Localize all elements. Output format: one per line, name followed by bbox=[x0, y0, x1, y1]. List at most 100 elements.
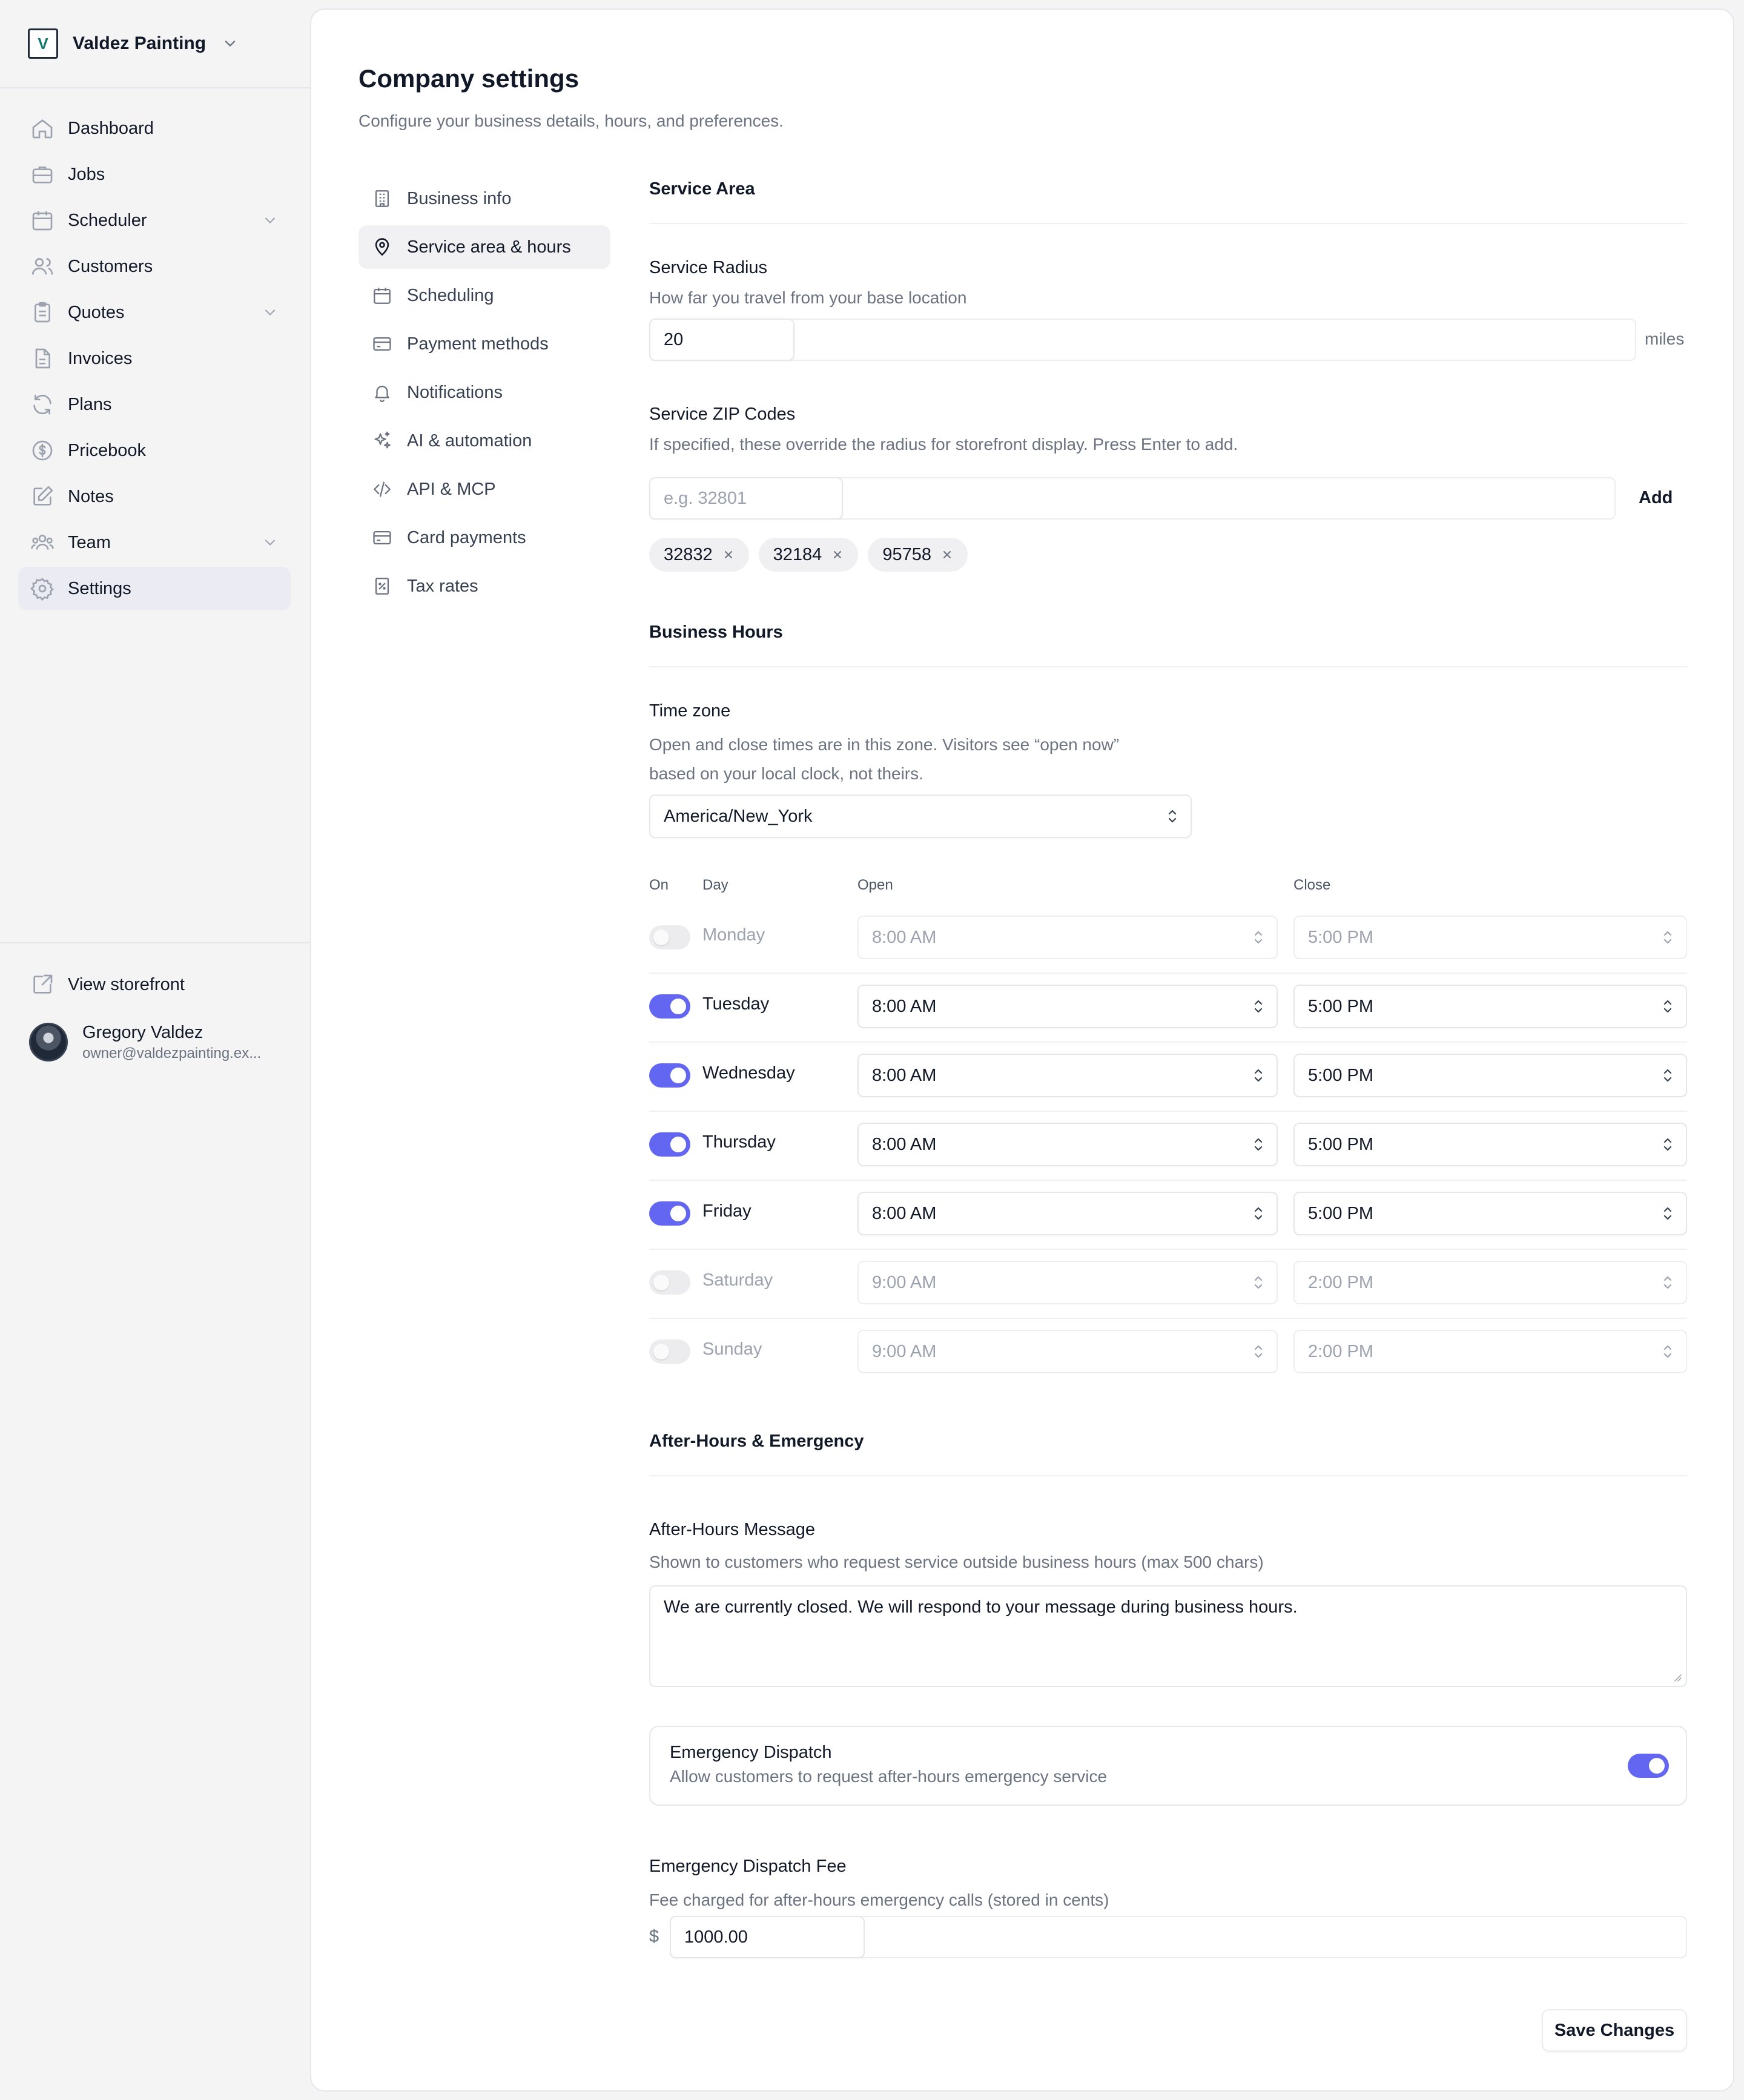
close-icon[interactable] bbox=[722, 549, 735, 561]
subnav-service-area-hours[interactable]: Service area & hours bbox=[358, 225, 610, 269]
row-divider bbox=[649, 972, 1687, 974]
home-icon bbox=[32, 119, 53, 139]
open-time-select[interactable]: 9:00 AM bbox=[857, 1261, 1278, 1304]
day-toggle[interactable] bbox=[649, 1063, 690, 1088]
chevron-down-icon[interactable] bbox=[262, 212, 279, 229]
close-icon[interactable] bbox=[831, 549, 844, 561]
sidebar-item-notes[interactable]: Notes bbox=[18, 475, 291, 518]
settings-subnav: Business info Service area & hours Sched… bbox=[358, 177, 610, 613]
sidebar-item-customers[interactable]: Customers bbox=[18, 245, 291, 288]
subnav-card-payments[interactable]: Card payments bbox=[358, 516, 610, 560]
add-zip-button[interactable]: Add bbox=[1639, 488, 1673, 508]
chevron-up-down-icon bbox=[1663, 1345, 1672, 1358]
view-storefront-link[interactable]: View storefront bbox=[18, 963, 291, 1006]
close-time-value: 5:00 PM bbox=[1308, 996, 1373, 1016]
day-toggle[interactable] bbox=[649, 1339, 690, 1364]
emergency-fee-input[interactable]: 1000.00 bbox=[670, 1916, 865, 1958]
subnav-ai-automation[interactable]: AI & automation bbox=[358, 419, 610, 463]
external-link-icon bbox=[33, 974, 53, 994]
day-toggle[interactable] bbox=[649, 1201, 690, 1226]
close-time-value: 5:00 PM bbox=[1308, 927, 1373, 947]
emergency-dispatch-toggle[interactable] bbox=[1628, 1754, 1669, 1778]
chevron-up-down-icon bbox=[1254, 1345, 1263, 1358]
sidebar-footer: View storefront Gregory Valdez owner@val… bbox=[18, 963, 291, 1069]
code-icon bbox=[374, 481, 391, 497]
subnav-label: Card payments bbox=[407, 527, 526, 547]
receipt-icon bbox=[375, 578, 389, 595]
sidebar-item-dashboard[interactable]: Dashboard bbox=[18, 107, 291, 150]
open-time-value: 8:00 AM bbox=[872, 1203, 937, 1223]
subnav-tax-rates[interactable]: Tax rates bbox=[358, 564, 610, 608]
subnav-notifications[interactable]: Notifications bbox=[358, 371, 610, 414]
workspace-switcher[interactable]: V Valdez Painting bbox=[28, 28, 239, 59]
sidebar-item-plans[interactable]: Plans bbox=[18, 383, 291, 426]
zip-chip-label: 32184 bbox=[773, 544, 822, 564]
sidebar-item-team[interactable]: Team bbox=[18, 521, 291, 564]
refresh-icon bbox=[33, 394, 51, 415]
row-divider bbox=[649, 1180, 1687, 1181]
chevron-down-icon[interactable] bbox=[262, 304, 279, 321]
chevron-up-down-icon bbox=[1663, 1207, 1672, 1220]
subnav-payment-methods[interactable]: Payment methods bbox=[358, 322, 610, 366]
users-icon bbox=[31, 258, 53, 275]
section-divider bbox=[649, 666, 1687, 667]
zip-codes-label: Service ZIP Codes bbox=[649, 404, 796, 424]
close-time-select[interactable]: 5:00 PM bbox=[1293, 985, 1687, 1028]
briefcase-icon bbox=[32, 167, 53, 183]
close-time-select[interactable]: 5:00 PM bbox=[1293, 1054, 1687, 1097]
open-time-select[interactable]: 9:00 AM bbox=[857, 1330, 1278, 1373]
close-time-select[interactable]: 2:00 PM bbox=[1293, 1330, 1687, 1373]
sidebar-item-jobs[interactable]: Jobs bbox=[18, 153, 291, 196]
credit-card-icon bbox=[373, 530, 391, 545]
time-zone-select[interactable]: America/New_York bbox=[649, 794, 1192, 838]
subnav-label: Scheduling bbox=[407, 285, 494, 305]
day-toggle[interactable] bbox=[649, 994, 690, 1019]
subnav-label: Payment methods bbox=[407, 334, 549, 354]
save-changes-button[interactable]: Save Changes bbox=[1542, 2009, 1687, 2052]
zip-code-input[interactable]: e.g. 32801 bbox=[649, 477, 843, 520]
sidebar-item-invoices[interactable]: Invoices bbox=[18, 337, 291, 380]
subnav-business-info[interactable]: Business info bbox=[358, 177, 610, 220]
resize-handle-icon[interactable] bbox=[1671, 1671, 1682, 1682]
file-icon bbox=[35, 348, 50, 369]
day-toggle[interactable] bbox=[649, 1132, 690, 1157]
open-time-select[interactable]: 8:00 AM bbox=[857, 916, 1278, 959]
open-time-select[interactable]: 8:00 AM bbox=[857, 1054, 1278, 1097]
day-toggle[interactable] bbox=[649, 925, 690, 949]
chevron-up-down-icon bbox=[1254, 1069, 1263, 1082]
service-radius-input[interactable]: 20 bbox=[649, 319, 794, 361]
close-time-value: 2:00 PM bbox=[1308, 1341, 1373, 1361]
main-nav: Dashboard Jobs Scheduler Customers Quote… bbox=[18, 107, 291, 613]
chevron-down-icon bbox=[225, 41, 236, 47]
close-time-select[interactable]: 5:00 PM bbox=[1293, 1123, 1687, 1166]
close-icon[interactable] bbox=[941, 549, 953, 561]
open-time-value: 9:00 AM bbox=[872, 1341, 937, 1361]
user-menu[interactable]: Gregory Valdez owner@valdezpainting.ex..… bbox=[18, 1015, 291, 1069]
open-time-select[interactable]: 8:00 AM bbox=[857, 1192, 1278, 1235]
emergency-dispatch-subtitle: Allow customers to request after-hours e… bbox=[670, 1767, 1108, 1786]
after-hours-message-textarea[interactable]: We are currently closed. We will respond… bbox=[649, 1585, 1687, 1687]
sidebar-item-settings[interactable]: Settings bbox=[18, 567, 291, 610]
view-storefront-label: View storefront bbox=[68, 974, 185, 994]
sidebar-item-label: Settings bbox=[68, 578, 131, 598]
chevron-down-icon[interactable] bbox=[262, 534, 279, 551]
subnav-scheduling[interactable]: Scheduling bbox=[358, 274, 610, 317]
hours-row-tuesday: Tuesday 8:00 AM 5:00 PM bbox=[649, 977, 1687, 1046]
sidebar-item-quotes[interactable]: Quotes bbox=[18, 291, 291, 334]
gear-icon bbox=[30, 578, 54, 601]
close-time-select[interactable]: 5:00 PM bbox=[1293, 916, 1687, 959]
sidebar-item-pricebook[interactable]: Pricebook bbox=[18, 429, 291, 472]
open-time-select[interactable]: 8:00 AM bbox=[857, 1123, 1278, 1166]
open-time-select[interactable]: 8:00 AM bbox=[857, 985, 1278, 1028]
sidebar-item-label: Jobs bbox=[68, 164, 105, 184]
subnav-api-mcp[interactable]: API & MCP bbox=[358, 467, 610, 511]
day-name: Friday bbox=[702, 1201, 751, 1221]
day-name: Thursday bbox=[702, 1132, 776, 1152]
sidebar-item-scheduler[interactable]: Scheduler bbox=[18, 199, 291, 242]
day-toggle[interactable] bbox=[649, 1270, 690, 1295]
close-time-select[interactable]: 5:00 PM bbox=[1293, 1192, 1687, 1235]
dollar-icon bbox=[32, 440, 53, 461]
close-time-select[interactable]: 2:00 PM bbox=[1293, 1261, 1687, 1304]
service-radius-track bbox=[649, 319, 1636, 361]
subnav-label: Service area & hours bbox=[407, 237, 571, 257]
